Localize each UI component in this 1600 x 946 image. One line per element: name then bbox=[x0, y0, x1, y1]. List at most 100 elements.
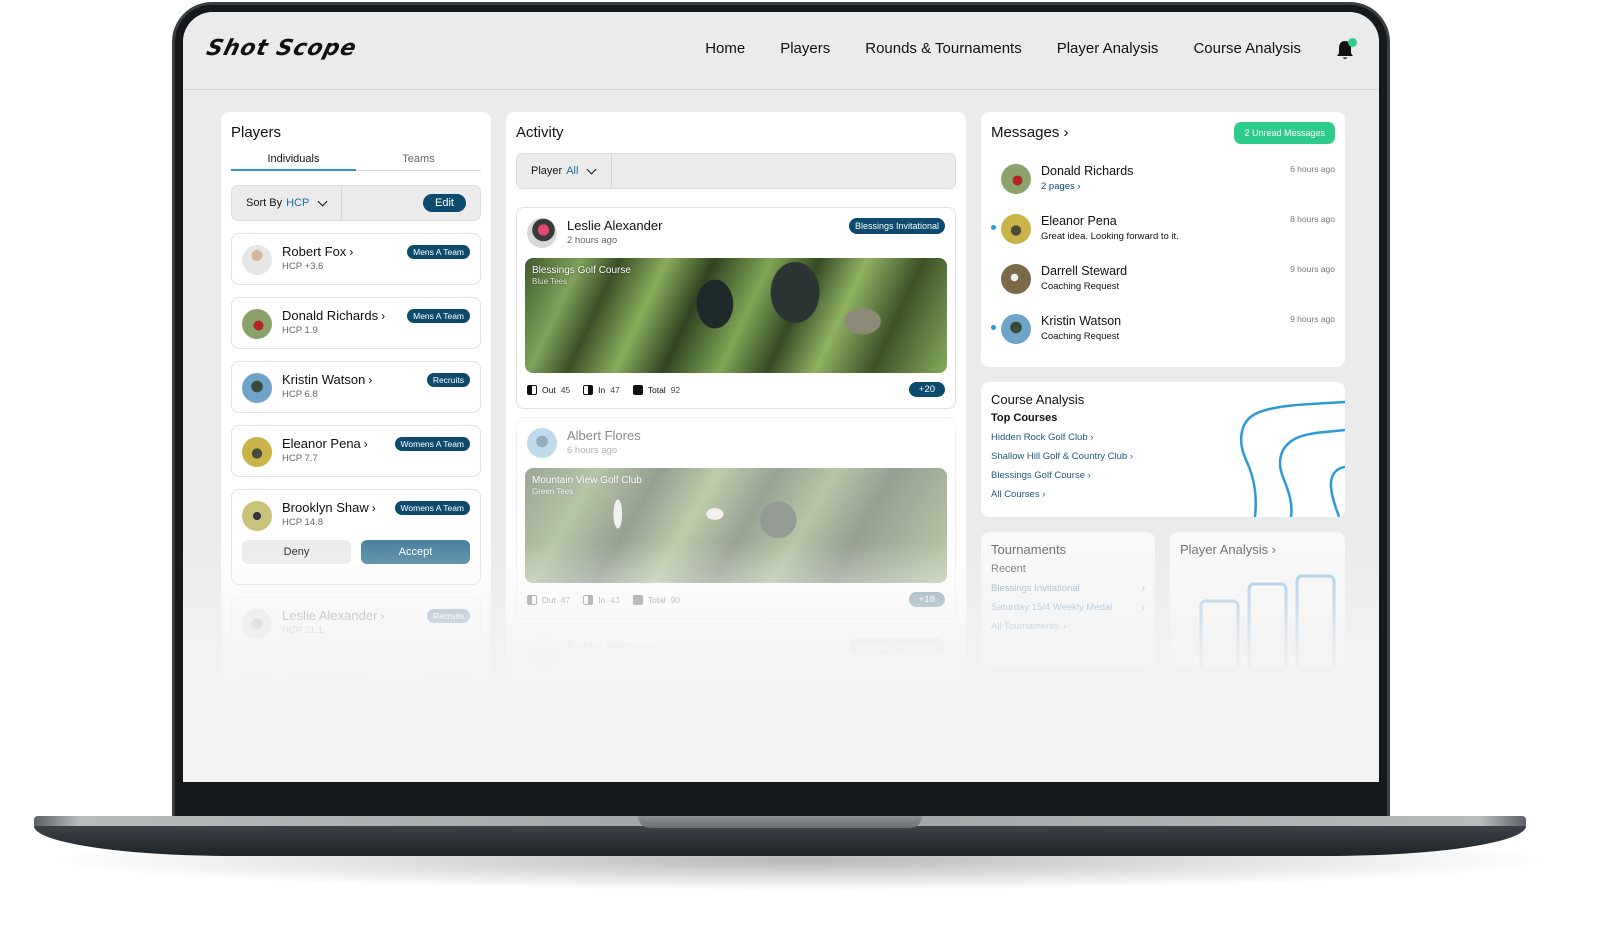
chevron-right-icon: › bbox=[381, 309, 386, 323]
course-link-label: Hidden Rock Golf Club bbox=[991, 432, 1088, 443]
chevron-right-icon: › bbox=[1077, 181, 1081, 192]
nav-course-analysis[interactable]: Course Analysis bbox=[1193, 40, 1301, 57]
tournament-link-label: All Tournaments bbox=[991, 621, 1059, 632]
message-pages-link: 2 pages bbox=[1041, 181, 1075, 192]
score-row: Out 47 In 43 Total 90 bbox=[527, 595, 688, 605]
nav-links: Home Players Rounds & Tournaments Player… bbox=[705, 40, 1301, 57]
out-label: Out bbox=[542, 595, 556, 605]
activity-time: 6 hours ago bbox=[567, 445, 618, 456]
messages-title: Messages bbox=[991, 124, 1060, 141]
chevron-right-icon: › bbox=[1271, 542, 1277, 557]
app-screen: Shot Scope Home Players Rounds & Tournam… bbox=[183, 12, 1379, 782]
top-nav: Shot Scope Home Players Rounds & Tournam… bbox=[183, 12, 1379, 90]
message-time: 6 hours ago bbox=[1290, 164, 1335, 174]
player-item[interactable]: Albert Flores › Recruits bbox=[231, 661, 481, 713]
sort-value: HCP bbox=[286, 197, 310, 209]
score-to-par: +20 bbox=[908, 382, 945, 397]
player-request-item[interactable]: Brooklyn Shaw › HCP 14.8 Womens A Team De… bbox=[231, 489, 481, 585]
nav-home[interactable]: Home bbox=[705, 40, 745, 57]
tournament-link[interactable]: Blessings Invitational › bbox=[991, 583, 1145, 594]
activity-item[interactable]: Kristin Watson 1 day ago Blessings Invit… bbox=[516, 627, 956, 687]
player-name: Kristin Watson bbox=[282, 372, 366, 387]
chevron-right-icon: › bbox=[1063, 124, 1069, 141]
laptop-base-bottom bbox=[34, 826, 1526, 856]
avatar bbox=[242, 245, 272, 275]
accept-button[interactable]: Accept bbox=[361, 540, 470, 564]
deny-button[interactable]: Deny bbox=[242, 540, 351, 564]
player-item[interactable]: Robert Fox › HCP +3.6 Mens A Team bbox=[231, 233, 481, 285]
player-item[interactable]: Eleanor Pena › HCP 7.7 Womens A Team bbox=[231, 425, 481, 477]
unread-messages-badge[interactable]: 2 Unread Messages bbox=[1234, 122, 1335, 144]
team-badge: Mens A Team bbox=[407, 309, 470, 323]
course-link-label: Shallow Hill Golf & Country Club bbox=[991, 451, 1128, 462]
total-score: 92 bbox=[670, 385, 681, 395]
tournament-link-label: Blessings Invitational bbox=[991, 583, 1080, 594]
chevron-right-icon: › bbox=[1141, 583, 1145, 594]
activity-item[interactable]: Albert Flores 6 hours ago Mountain View … bbox=[516, 417, 956, 619]
player-analysis-title-link[interactable]: Player Analysis › bbox=[1180, 542, 1335, 557]
avatar bbox=[242, 437, 272, 467]
message-item[interactable]: Darrell Steward Coaching Request 9 hours… bbox=[991, 260, 1335, 304]
message-time: 9 hours ago bbox=[1290, 264, 1335, 274]
avatar bbox=[242, 373, 272, 403]
total-icon bbox=[632, 595, 643, 605]
team-badge: Mens A Team bbox=[407, 245, 470, 259]
player-name: Donald Richards bbox=[282, 308, 379, 323]
contour-map-icon bbox=[1239, 400, 1345, 517]
course-aerial-image[interactable]: Mountain View Golf Club Green Tees bbox=[525, 468, 947, 583]
nav-rounds-tournaments[interactable]: Rounds & Tournaments bbox=[865, 40, 1021, 57]
player-filter-dropdown[interactable]: Player All bbox=[517, 154, 612, 188]
team-badge: Womens A Team bbox=[394, 501, 470, 515]
player-name: Brooklyn Shaw bbox=[282, 500, 369, 515]
activity-player-name: Kristin Watson bbox=[567, 638, 651, 653]
filter-value: All bbox=[566, 165, 579, 177]
player-name: Robert Fox bbox=[282, 244, 347, 259]
in-score: 47 bbox=[610, 385, 620, 395]
tournament-link[interactable]: Saturday 15/4 Weekly Medal › bbox=[991, 602, 1145, 613]
message-preview: Coaching Request bbox=[1041, 281, 1120, 292]
out-label: Out bbox=[542, 385, 556, 395]
avatar bbox=[242, 501, 272, 531]
message-time: 9 hours ago bbox=[1290, 314, 1335, 324]
tournament-link-label: Saturday 15/4 Weekly Medal bbox=[991, 602, 1113, 613]
nav-players[interactable]: Players bbox=[780, 40, 830, 57]
avatar bbox=[242, 609, 272, 639]
out-icon bbox=[527, 595, 537, 605]
chevron-down-icon bbox=[586, 164, 597, 174]
player-item[interactable]: Leslie Alexander › HCP 21.1 Recruits bbox=[231, 597, 481, 649]
course-analysis-card: Course Analysis Top Courses Hidden Rock … bbox=[981, 382, 1345, 517]
tab-individuals[interactable]: Individuals bbox=[231, 153, 356, 171]
edit-button[interactable]: Edit bbox=[423, 194, 466, 212]
activity-item[interactable]: Leslie Alexander 2 hours ago Blessings I… bbox=[516, 207, 956, 409]
in-score: 43 bbox=[610, 595, 620, 605]
chevron-down-icon bbox=[317, 196, 328, 206]
message-item[interactable]: Kristin Watson Coaching Request 9 hours … bbox=[991, 310, 1335, 354]
score-to-par: +18 bbox=[908, 592, 945, 607]
laptop-notch bbox=[638, 816, 922, 828]
player-hcp: HCP 7.7 bbox=[282, 453, 318, 464]
player-item[interactable]: Donald Richards › HCP 1.9 Mens A Team bbox=[231, 297, 481, 349]
messages-card: Messages › 2 Unread Messages Donald Rich… bbox=[981, 112, 1345, 367]
chevron-right-icon: › bbox=[380, 609, 385, 623]
nav-player-analysis[interactable]: Player Analysis bbox=[1057, 40, 1159, 57]
player-item[interactable]: Kristin Watson › HCP 6.8 Recruits bbox=[231, 361, 481, 413]
all-tournaments-link[interactable]: All Tournaments › bbox=[991, 621, 1145, 632]
message-sender: Donald Richards bbox=[1041, 164, 1134, 178]
team-badge: Recruits bbox=[426, 373, 470, 387]
unread-dot bbox=[991, 225, 996, 230]
logo[interactable]: Shot Scope bbox=[204, 36, 360, 61]
chevron-right-icon: › bbox=[363, 437, 368, 451]
activity-player-name: Albert Flores bbox=[567, 428, 641, 443]
course-aerial-image[interactable]: Blessings Golf Course Blue Tees bbox=[525, 258, 947, 373]
message-item[interactable]: Donald Richards 2 pages › 6 hours ago bbox=[991, 160, 1335, 204]
total-label: Total bbox=[647, 595, 666, 605]
event-badge[interactable]: Blessings Invitational bbox=[848, 218, 945, 234]
event-badge[interactable]: Blessings Invitational bbox=[848, 638, 945, 654]
chevron-right-icon: › bbox=[371, 501, 376, 515]
team-badge: Recruits bbox=[426, 673, 470, 687]
message-preview[interactable]: 2 pages › bbox=[1041, 181, 1081, 192]
tab-teams[interactable]: Teams bbox=[356, 153, 481, 170]
message-item[interactable]: Eleanor Pena Great idea. Looking forward… bbox=[991, 210, 1335, 254]
chevron-right-icon: › bbox=[1042, 489, 1046, 500]
sort-dropdown[interactable]: Sort By HCP bbox=[232, 186, 342, 220]
